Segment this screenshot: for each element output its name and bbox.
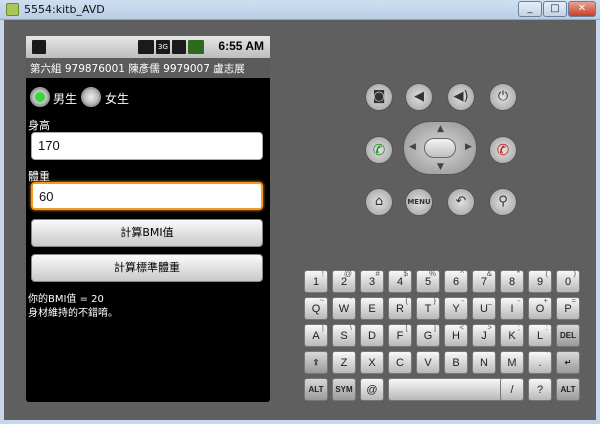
bmi-result: 你的BMI值 = 20 [28, 294, 104, 305]
signal-icon [172, 40, 186, 54]
window-titlebar: 5554:kitb_AVD _ □ ✕ [0, 0, 600, 20]
key-m[interactable]: M [500, 351, 524, 374]
volume-down-icon[interactable]: ◀ [405, 83, 433, 111]
key-t[interactable]: T} [416, 296, 440, 320]
dpad-center-button[interactable] [424, 138, 456, 158]
search-icon[interactable]: ⚲ [489, 188, 517, 216]
app-title: 第六組 979876001 陳彥儒 9979007 盧志展 [30, 63, 245, 75]
key-alt[interactable]: ALT [304, 378, 328, 401]
key-k[interactable]: K; [500, 323, 524, 347]
key-sym30[interactable]: ⇧ [304, 351, 328, 374]
key-1[interactable]: 1! [304, 269, 328, 293]
key-sym[interactable]: SYM [332, 378, 356, 401]
sd-card-icon [32, 40, 46, 54]
app-title-bar: 第六組 979876001 陳彥儒 9979007 盧志展 [26, 58, 270, 78]
key-b[interactable]: B [444, 351, 468, 374]
key-l[interactable]: L: [528, 323, 552, 347]
mute-icon [138, 40, 154, 54]
key-r[interactable]: R{ [388, 296, 412, 320]
hardware-keyboard: 1! 2 @3 #4 $5% 6 ^ 7 & 8 * 9(0) Q ~ W " E ` R{T} Y - U _ I - O + P =… [302, 269, 582, 403]
key-w[interactable]: W " [332, 296, 356, 320]
key-at[interactable]: @ [360, 378, 384, 401]
home-icon[interactable]: ⌂ [365, 188, 393, 216]
key-v[interactable]: V [416, 351, 440, 374]
camera-icon[interactable]: ◙ [365, 83, 393, 111]
key-5[interactable]: 5% [416, 269, 440, 293]
status-time: 6:55 AM [218, 39, 264, 53]
key-7[interactable]: 7 & [472, 269, 496, 293]
key-y[interactable]: Y- [444, 296, 468, 320]
dpad-left-icon[interactable]: ◀ [409, 142, 416, 152]
dpad-up-icon[interactable]: ▲ [437, 124, 444, 134]
key-j[interactable]: J > [472, 323, 496, 347]
back-icon[interactable]: ↶ [447, 188, 475, 216]
close-button[interactable]: ✕ [568, 1, 596, 17]
volume-up-icon[interactable]: ◀) [447, 83, 475, 111]
calc-bmi-button[interactable]: 計算BMI值 [31, 219, 263, 247]
key-o[interactable]: O + [528, 296, 552, 320]
key-comma[interactable]: ? [528, 378, 552, 401]
calc-ideal-weight-button[interactable]: 計算標準體重 [31, 254, 263, 282]
key-i[interactable]: I- [500, 296, 524, 320]
power-icon[interactable]: ⏻ [489, 83, 517, 111]
key-alt-right[interactable]: ALT [556, 378, 580, 401]
key-6[interactable]: 6 ^ [444, 269, 468, 293]
maximize-button[interactable]: □ [543, 1, 567, 17]
dpad-down-icon[interactable]: ▼ [437, 162, 444, 172]
dpad[interactable]: ▲ ▼ ◀ ▶ [403, 121, 477, 175]
key-h[interactable]: H < [444, 323, 468, 347]
key-c[interactable]: C [388, 351, 412, 374]
emulator-app-icon [6, 3, 19, 16]
weight-input[interactable]: 60 [31, 182, 263, 210]
bmi-comment: 身材維持的不錯唷。 [28, 308, 118, 319]
key-g[interactable]: G] [416, 323, 440, 347]
key-del[interactable]: DEL [556, 324, 580, 347]
male-radio[interactable] [30, 87, 50, 107]
key-sym38[interactable]: . ' [528, 350, 552, 374]
key-u[interactable]: U _ [472, 296, 496, 320]
height-input[interactable]: 170 [31, 132, 263, 160]
key-8[interactable]: 8 * [500, 269, 524, 293]
key-e[interactable]: E ` [360, 296, 384, 320]
status-bar: 3G 6:55 AM [26, 36, 270, 58]
height-label: 身高 [28, 119, 50, 132]
end-call-icon[interactable]: ✆ [489, 136, 517, 164]
device-screen: 3G 6:55 AM 第六組 979876001 陳彥儒 9979007 盧志展… [26, 36, 270, 402]
female-radio[interactable] [81, 87, 101, 107]
call-icon[interactable]: ✆ [365, 136, 393, 164]
key-p[interactable]: P = [556, 296, 580, 320]
key-9[interactable]: 9( [528, 269, 552, 293]
key-s[interactable]: S \ [332, 323, 356, 347]
window-title: 5554:kitb_AVD [24, 3, 105, 16]
key-3[interactable]: 3 # [360, 269, 384, 293]
battery-icon [188, 40, 204, 54]
key-2[interactable]: 2 @ [332, 269, 356, 293]
key-sym39[interactable]: ↵ [556, 351, 580, 374]
key-4[interactable]: 4 $ [388, 269, 412, 293]
key-slash[interactable]: / [500, 378, 524, 401]
key-q[interactable]: Q ~ [304, 296, 328, 320]
key-f[interactable]: F[ [388, 323, 412, 347]
male-label: 男生 [53, 92, 78, 106]
key-0[interactable]: 0) [556, 269, 580, 293]
network-3g-icon: 3G [156, 40, 170, 54]
key-n[interactable]: N [472, 351, 496, 374]
dpad-right-icon[interactable]: ▶ [465, 142, 472, 152]
key-a[interactable]: A | [304, 323, 328, 347]
key-d[interactable]: D [360, 324, 384, 347]
menu-button[interactable]: MENU [405, 188, 433, 216]
key-z[interactable]: Z [332, 351, 356, 374]
key-x[interactable]: X [360, 351, 384, 374]
female-label: 女生 [105, 92, 130, 106]
minimize-button[interactable]: _ [518, 1, 542, 17]
